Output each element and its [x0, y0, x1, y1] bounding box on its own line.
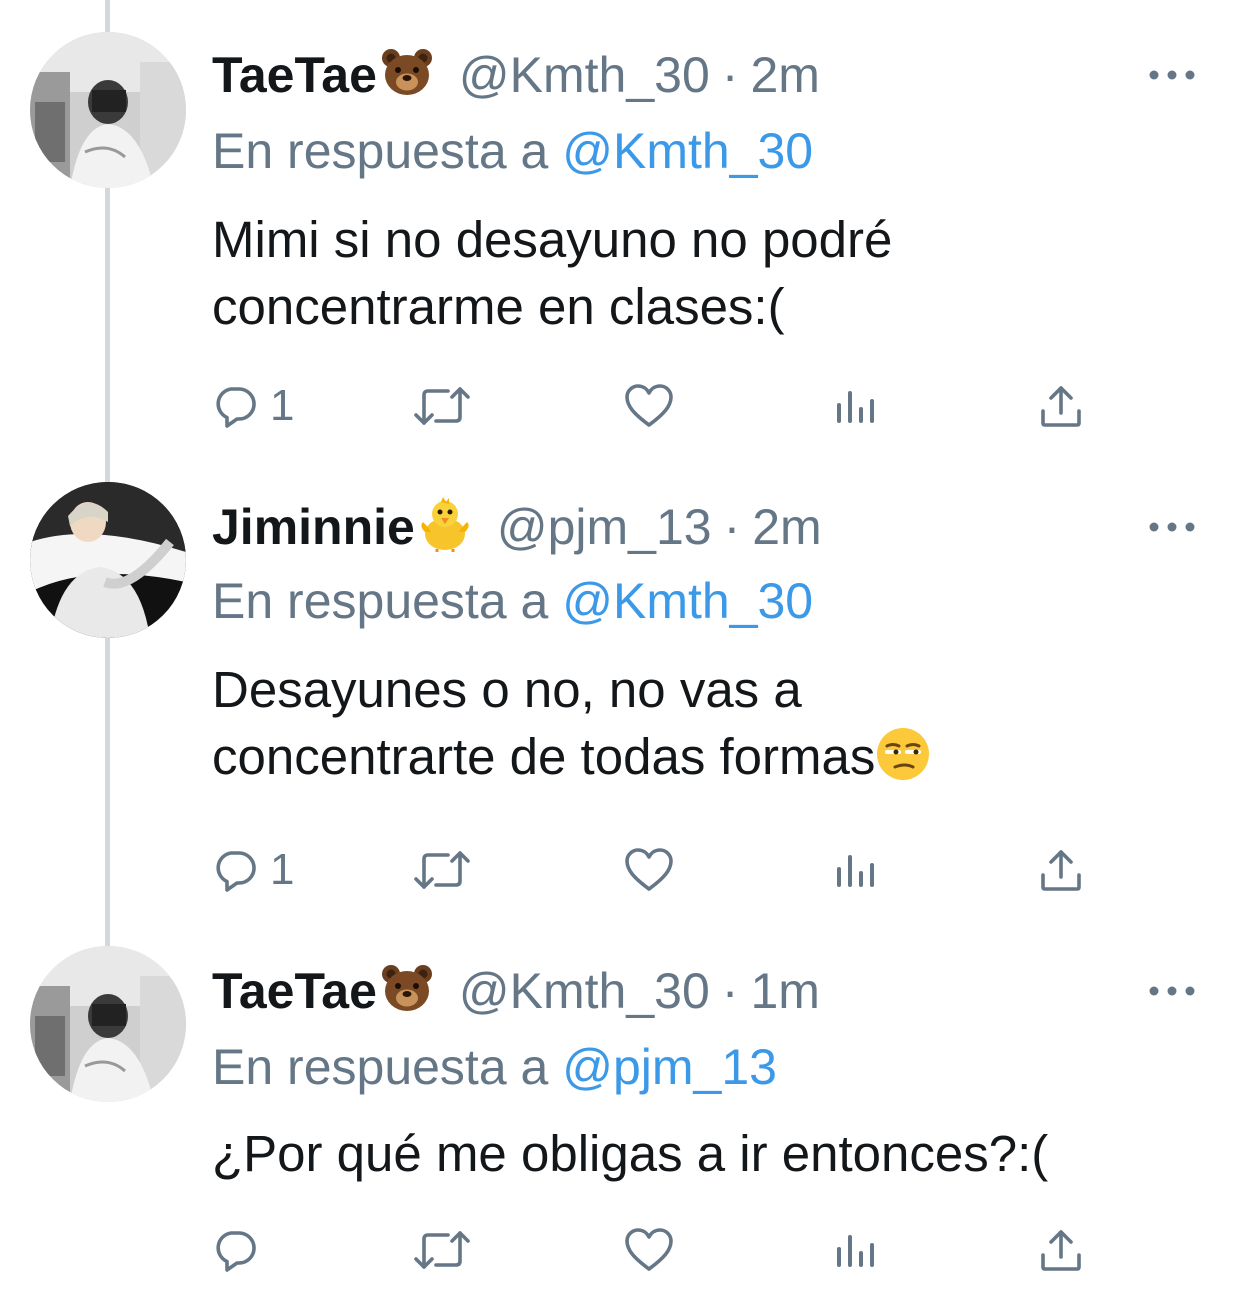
tweet-actions: 1	[212, 376, 1112, 436]
timestamp[interactable]: 2m	[750, 47, 819, 103]
share-button[interactable]	[1038, 840, 1084, 900]
more-options-icon[interactable]	[1142, 976, 1202, 1006]
tweet-text-content: Mimi si no desayuno no podré concentrarm…	[212, 211, 893, 335]
more-options-icon[interactable]	[1142, 512, 1202, 542]
user-handle[interactable]: @pjm_13	[497, 499, 712, 555]
analytics-button[interactable]	[834, 376, 878, 436]
tweet[interactable]: Jiminnie @pjm_13 · 2m En respuesta a @Kmth…	[0, 460, 1242, 930]
retweet-icon	[414, 387, 470, 425]
share-icon	[1041, 850, 1081, 891]
tweet-header: Jiminnie @pjm_13 · 2m	[212, 492, 822, 562]
user-handle[interactable]: @Kmth_30	[459, 47, 710, 103]
avatar[interactable]	[30, 482, 186, 638]
analytics-icon	[837, 391, 874, 423]
separator-dot: ·	[723, 499, 741, 555]
retweet-icon	[414, 1231, 470, 1269]
analytics-button[interactable]	[834, 1220, 878, 1280]
separator-dot: ·	[721, 47, 739, 103]
more-options-icon[interactable]	[1142, 60, 1202, 90]
tweet-actions: 1	[212, 840, 1112, 900]
tweet-text: Desayunes o no, no vas a concentrarte de…	[212, 656, 1072, 790]
avatar[interactable]	[30, 946, 186, 1102]
retweet-button[interactable]	[412, 376, 472, 436]
tweet-text-content: Desayunes o no, no vas a concentrarte de…	[212, 661, 876, 785]
user-handle[interactable]: @Kmth_30	[459, 963, 710, 1019]
tweet-header: TaeTae @Kmth_30 · 1m	[212, 956, 820, 1026]
reply-context: En respuesta a @Kmth_30	[212, 566, 813, 636]
avatar[interactable]	[30, 32, 186, 188]
analytics-button[interactable]	[834, 840, 878, 900]
reply-icon	[216, 851, 256, 892]
reply-count: 1	[270, 381, 295, 430]
retweet-button[interactable]	[412, 840, 472, 900]
tweet-header: TaeTae @Kmth_30 · 2m	[212, 40, 820, 110]
like-button[interactable]	[624, 376, 674, 436]
bear-face-emoji	[381, 965, 432, 1011]
retweet-icon	[414, 851, 470, 889]
baby-chick-emoji	[421, 497, 469, 552]
reply-mention-link[interactable]: @Kmth_30	[562, 123, 813, 179]
reply-prefix: En respuesta a	[212, 573, 549, 629]
timestamp[interactable]: 2m	[752, 499, 821, 555]
share-icon	[1041, 1230, 1081, 1271]
unamused-face-emoji	[877, 728, 930, 780]
share-icon	[1041, 386, 1081, 427]
like-icon	[625, 384, 673, 427]
separator-dot: ·	[721, 963, 739, 1019]
tweet-text: ¿Por qué me obligas a ir entonces?:(	[212, 1120, 1202, 1187]
timestamp[interactable]: 1m	[750, 963, 819, 1019]
reply-mention-link[interactable]: @pjm_13	[562, 1039, 777, 1095]
reply-count: 1	[270, 845, 295, 894]
reply-button[interactable]	[212, 1220, 270, 1280]
like-icon	[625, 1228, 673, 1271]
display-name[interactable]: Jiminnie	[212, 499, 415, 555]
reply-context: En respuesta a @pjm_13	[212, 1032, 777, 1102]
retweet-button[interactable]	[412, 1220, 472, 1280]
share-button[interactable]	[1038, 376, 1084, 436]
reply-button[interactable]: 1	[212, 840, 294, 900]
reply-context: En respuesta a @Kmth_30	[212, 116, 813, 186]
tweet[interactable]: TaeTae @Kmth_30 · 2m En respuesta a @Kmth_…	[0, 0, 1242, 460]
reply-button[interactable]: 1	[212, 376, 294, 436]
like-button[interactable]	[624, 1220, 674, 1280]
analytics-icon	[837, 855, 874, 887]
display-name[interactable]: TaeTae	[212, 47, 377, 103]
reply-mention-link[interactable]: @Kmth_30	[562, 573, 813, 629]
tweet-text-content: ¿Por qué me obligas a ir entonces?:(	[212, 1125, 1049, 1182]
share-button[interactable]	[1038, 1220, 1084, 1280]
analytics-icon	[837, 1235, 874, 1267]
display-name[interactable]: TaeTae	[212, 963, 377, 1019]
tweet[interactable]: TaeTae @Kmth_30 · 1m En respuesta a @pjm_1…	[0, 930, 1242, 1292]
like-icon	[625, 848, 673, 891]
reply-icon	[216, 1231, 256, 1272]
tweet-actions	[212, 1220, 1112, 1280]
reply-icon	[216, 387, 256, 428]
reply-prefix: En respuesta a	[212, 1039, 549, 1095]
like-button[interactable]	[624, 840, 674, 900]
bear-face-emoji	[381, 49, 432, 95]
tweet-text: Mimi si no desayuno no podré concentrarm…	[212, 206, 1202, 340]
reply-prefix: En respuesta a	[212, 123, 549, 179]
